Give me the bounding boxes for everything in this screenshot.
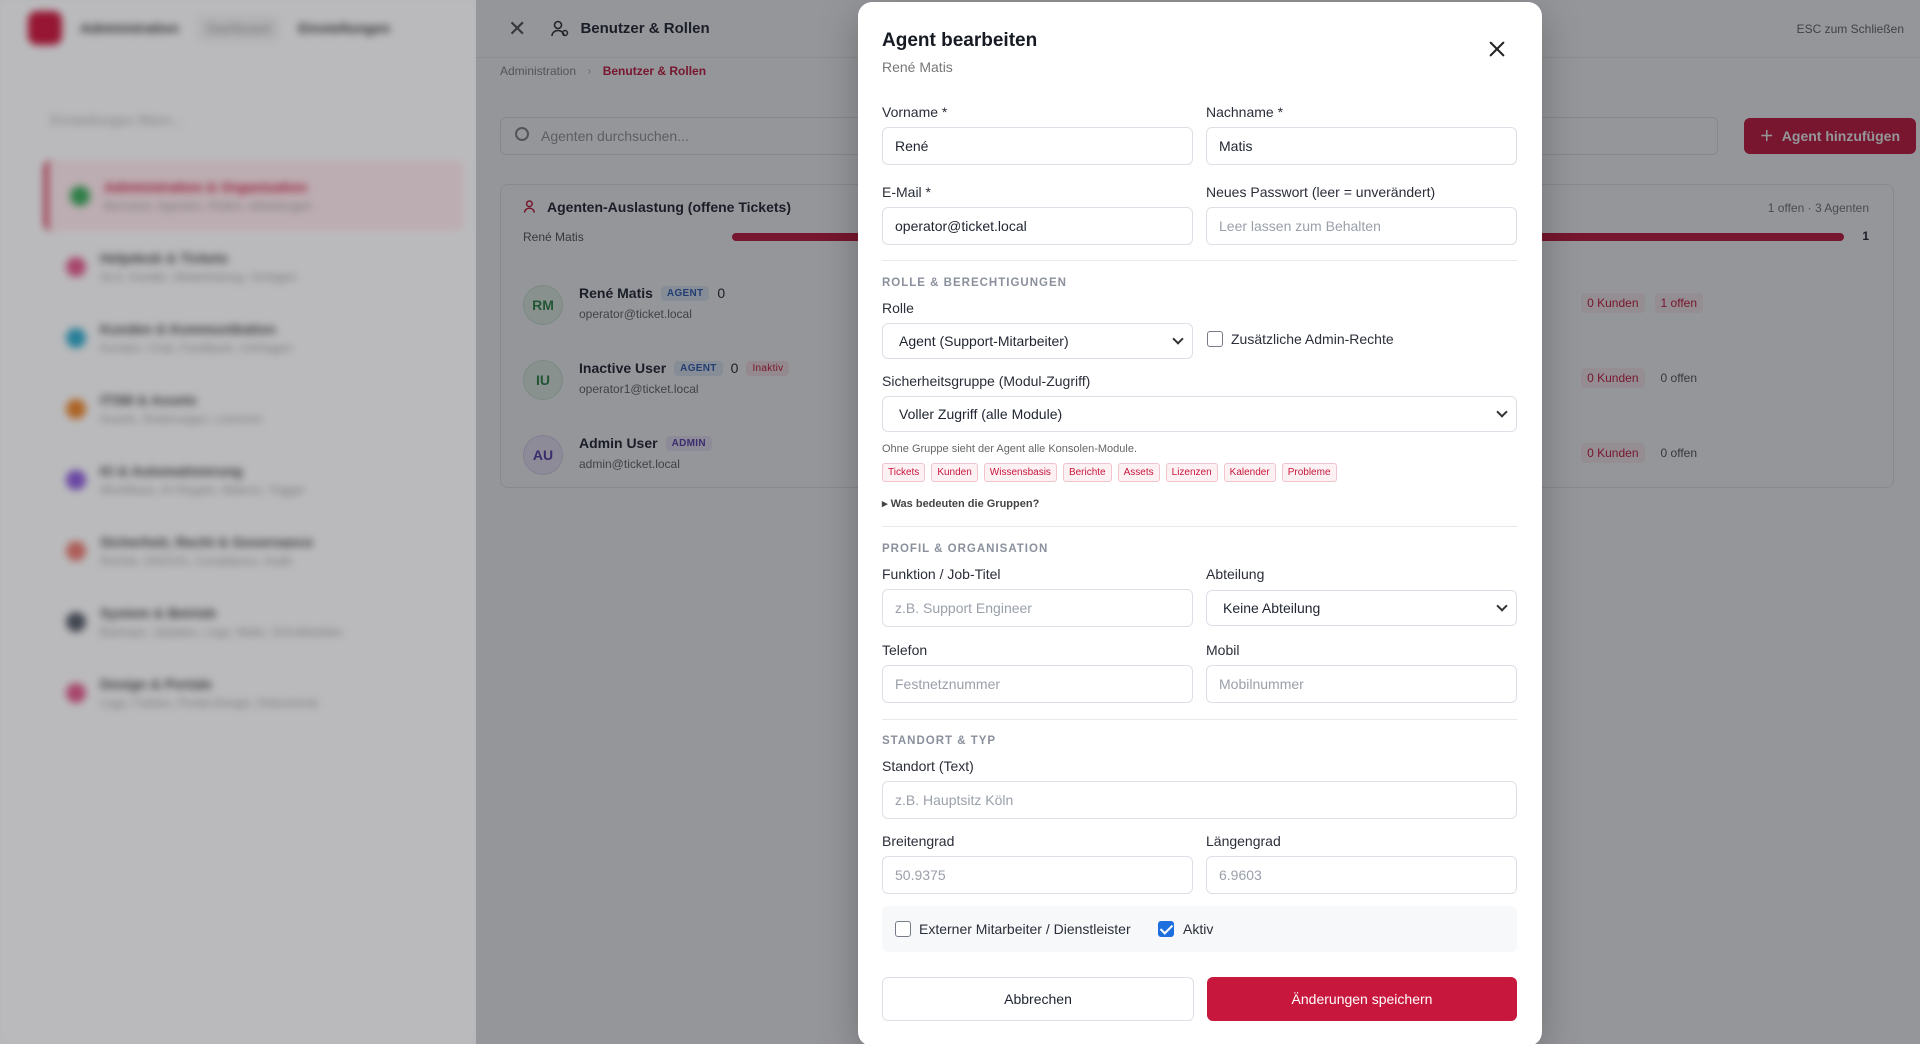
module-tags: Tickets Kunden Wissensbasis Berichte Ass… (882, 463, 1337, 482)
external-label: Externer Mitarbeiter / Dienstleister (919, 921, 1131, 937)
divider (882, 260, 1517, 261)
latitude-field[interactable] (882, 856, 1193, 894)
active-checkbox[interactable] (1158, 921, 1174, 937)
module-tag: Probleme (1281, 463, 1337, 482)
cancel-button[interactable]: Abbrechen (882, 977, 1194, 1021)
module-tag: Kalender (1223, 463, 1276, 482)
longitude-field[interactable] (1206, 856, 1517, 894)
groups-details-toggle[interactable]: ▸ Was bedeuten die Gruppen? (882, 497, 1039, 510)
jobtitle-field[interactable] (882, 589, 1193, 627)
group-hint: Ohne Gruppe sieht der Agent alle Konsole… (882, 443, 1137, 455)
security-group-select[interactable]: Voller Zugriff (alle Module) (882, 396, 1517, 432)
firstname-label: Vorname * (882, 104, 948, 120)
section-roles: ROLLE & BERECHTIGUNGEN (882, 277, 1067, 289)
close-icon[interactable] (1486, 38, 1508, 60)
section-location: STANDORT & TYP (882, 735, 997, 747)
password-field[interactable] (1206, 207, 1517, 245)
group-label: Sicherheitsgruppe (Modul-Zugriff) (882, 373, 1091, 389)
firstname-field[interactable] (882, 127, 1193, 165)
latitude-label: Breitengrad (882, 833, 955, 849)
module-tag: Wissensbasis (983, 463, 1057, 482)
location-label: Standort (Text) (882, 758, 974, 774)
module-tag: Tickets (882, 463, 926, 482)
department-label: Abteilung (1206, 566, 1265, 582)
module-tag: Berichte (1062, 463, 1112, 482)
divider (882, 526, 1517, 527)
admin-rights-label: Zusätzliche Admin-Rechte (1231, 331, 1394, 347)
role-select[interactable]: Agent (Support-Mitarbeiter) (882, 323, 1193, 359)
email-field[interactable] (882, 207, 1193, 245)
save-button[interactable]: Änderungen speichern (1207, 977, 1517, 1021)
modal-title: Agent bearbeiten (882, 30, 1038, 51)
chevron-down-icon (1172, 333, 1184, 345)
external-checkbox[interactable] (895, 921, 911, 937)
chevron-down-icon (1496, 600, 1508, 612)
modal-subtitle: René Matis (882, 59, 953, 75)
edit-agent-modal: Agent bearbeiten René Matis Vorname * Na… (858, 2, 1542, 1044)
role-label: Rolle (882, 300, 914, 316)
module-tag: Kunden (931, 463, 978, 482)
module-tag: Assets (1117, 463, 1160, 482)
mobile-label: Mobil (1206, 642, 1240, 658)
longitude-label: Längengrad (1206, 833, 1281, 849)
department-select[interactable]: Keine Abteilung (1206, 590, 1517, 626)
password-label: Neues Passwort (leer = unverändert) (1206, 184, 1436, 200)
admin-rights-checkbox[interactable] (1207, 331, 1223, 347)
phone-label: Telefon (882, 642, 928, 658)
active-label: Aktiv (1183, 921, 1214, 937)
phone-field[interactable] (882, 665, 1193, 703)
mobile-field[interactable] (1206, 665, 1517, 703)
chevron-down-icon (1496, 406, 1508, 418)
module-tag: Lizenzen (1165, 463, 1218, 482)
section-profile: PROFIL & ORGANISATION (882, 543, 1049, 555)
lastname-field[interactable] (1206, 127, 1517, 165)
lastname-label: Nachname * (1206, 104, 1284, 120)
location-field[interactable] (882, 781, 1517, 819)
jobtitle-label: Funktion / Job-Titel (882, 566, 1001, 582)
divider (882, 719, 1517, 720)
email-label: E-Mail * (882, 184, 932, 200)
